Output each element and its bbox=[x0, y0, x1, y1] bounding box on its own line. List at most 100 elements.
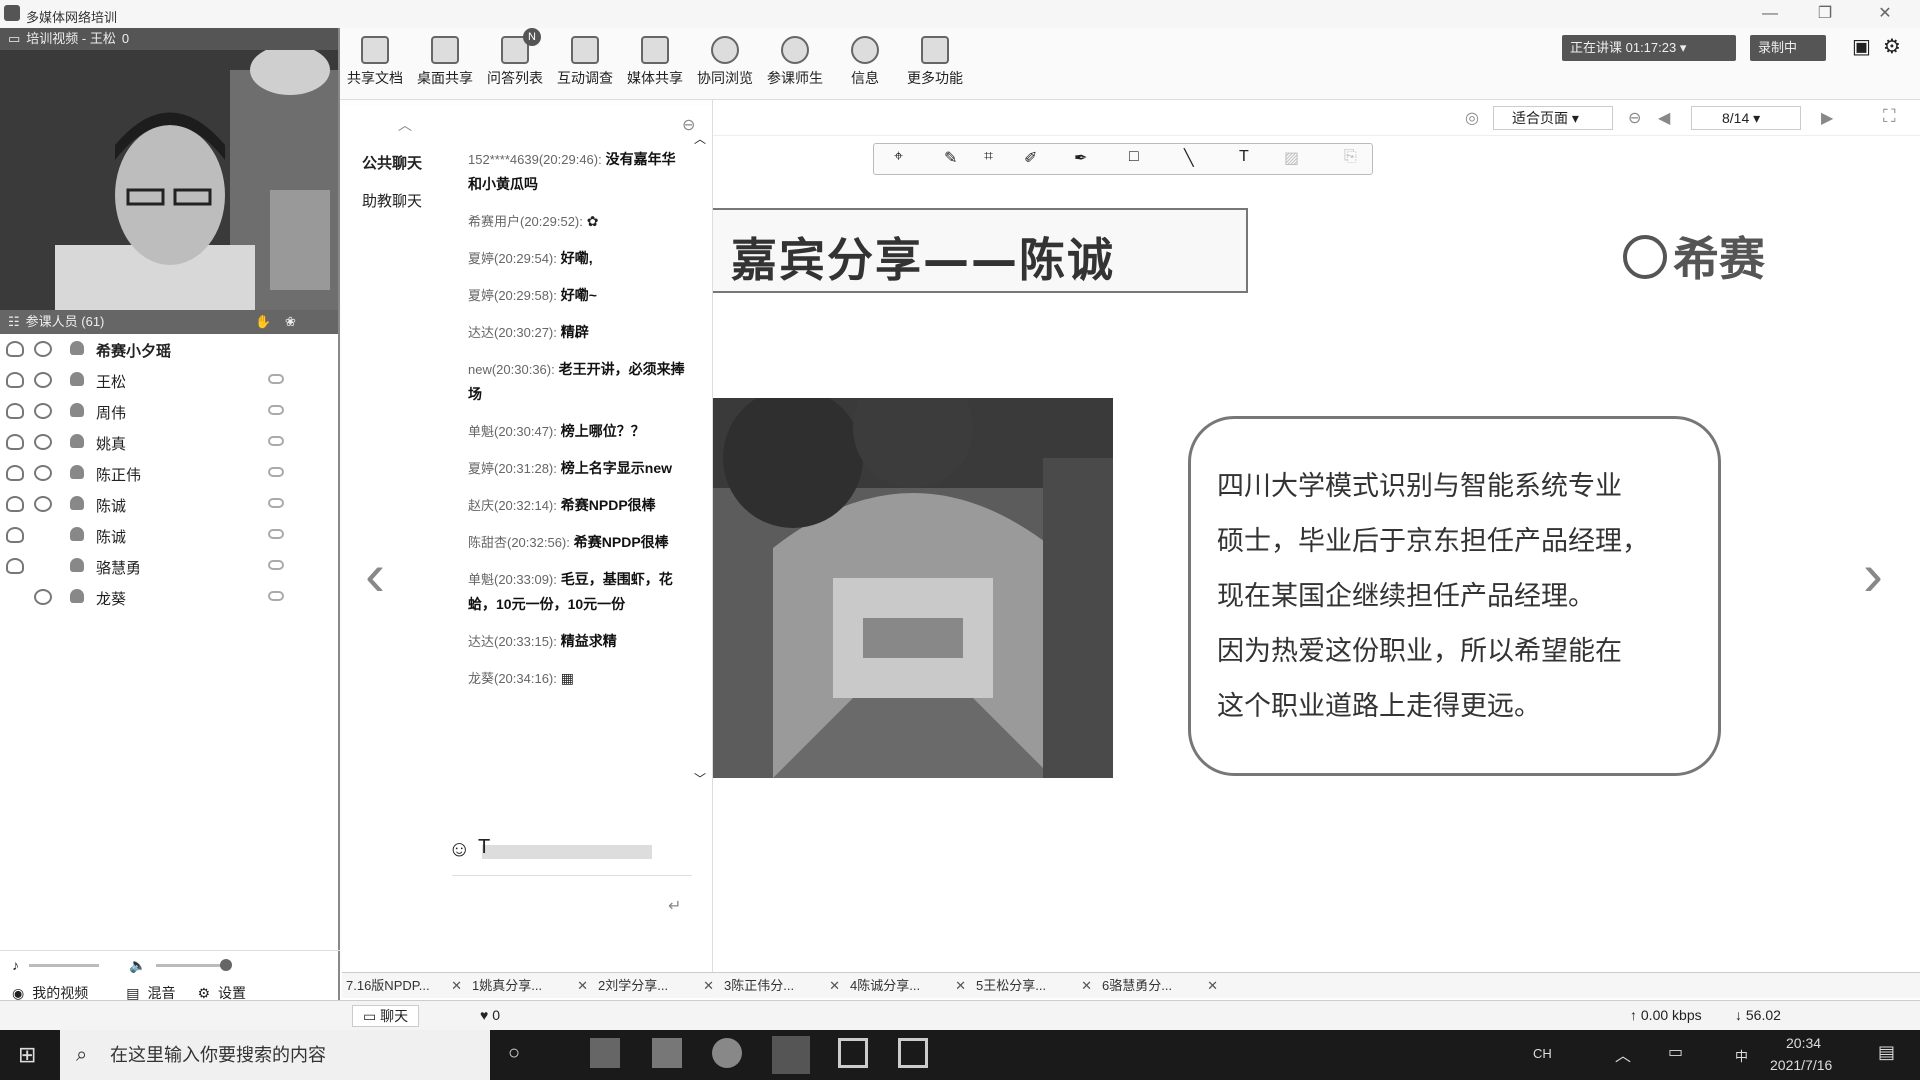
network-icon[interactable]: ▭ bbox=[1668, 1042, 1683, 1062]
gear-icon[interactable]: ⚙ bbox=[1883, 34, 1901, 59]
pointer-icon[interactable]: ⌖ bbox=[894, 148, 903, 166]
participant-row[interactable]: 骆慧勇 bbox=[0, 551, 338, 582]
next-page-icon[interactable]: ▶ bbox=[1821, 108, 1833, 128]
doc-tab[interactable]: 5王松分享... ✕ bbox=[972, 973, 1098, 998]
chat-tab-button[interactable]: ▭ 聊天 bbox=[352, 1005, 420, 1027]
close-icon[interactable]: ✕ bbox=[577, 973, 588, 999]
survey-button[interactable]: 互动调查 bbox=[550, 36, 620, 88]
tab-public-chat[interactable]: 公共聊天 bbox=[342, 145, 442, 183]
mic-icon[interactable] bbox=[6, 527, 24, 543]
doc-tab[interactable]: 7.16版NPDP... ✕ bbox=[342, 973, 468, 998]
speaker-volume-slider[interactable] bbox=[156, 958, 233, 971]
more-button[interactable]: 更多功能 bbox=[900, 36, 970, 88]
doc-tab[interactable]: 3陈正伟分... ✕ bbox=[720, 973, 846, 998]
fullscreen-icon[interactable]: ⛶ bbox=[1883, 106, 1896, 127]
training-app-icon[interactable] bbox=[772, 1036, 810, 1074]
mic-icon[interactable] bbox=[6, 558, 24, 574]
page-select[interactable]: 8/14 ▾ bbox=[1691, 106, 1801, 130]
camera-icon[interactable] bbox=[34, 372, 52, 388]
close-icon[interactable]: ✕ bbox=[1207, 973, 1218, 999]
gift-icon[interactable]: ❀ bbox=[285, 310, 296, 334]
desktop-share-button[interactable]: 桌面共享 bbox=[410, 36, 480, 88]
video-feed[interactable] bbox=[0, 50, 338, 310]
camera-icon[interactable] bbox=[34, 589, 52, 605]
camera-icon[interactable] bbox=[34, 341, 52, 357]
participant-row[interactable]: 陈诚 bbox=[0, 489, 338, 520]
text-format-icon[interactable]: T bbox=[478, 836, 490, 859]
mic-icon[interactable] bbox=[6, 434, 24, 450]
doc-tab[interactable]: 1姚真分享... ✕ bbox=[468, 973, 594, 998]
clock-time[interactable]: 20:34 bbox=[1786, 1035, 1821, 1051]
mic-icon[interactable] bbox=[6, 372, 24, 388]
scroll-up-icon[interactable]: ︿ bbox=[694, 130, 706, 147]
save-icon[interactable]: ⎘ bbox=[1344, 148, 1357, 166]
clear-icon[interactable]: ▨ bbox=[1284, 148, 1299, 168]
members-button[interactable]: 参课师生 bbox=[760, 36, 830, 88]
send-icon[interactable]: ↵ bbox=[668, 896, 681, 916]
participant-row[interactable]: 姚真 bbox=[0, 427, 338, 458]
raise-hand-icon[interactable]: ✋ bbox=[255, 310, 271, 334]
co-browse-button[interactable]: 协同浏览 bbox=[690, 36, 760, 88]
next-slide-arrow[interactable]: › bbox=[1863, 540, 1883, 609]
slider-thumb[interactable] bbox=[220, 958, 233, 971]
language-indicator[interactable]: CH bbox=[1533, 1046, 1552, 1061]
prev-page-icon[interactable]: ◀ bbox=[1658, 108, 1670, 128]
app-icon[interactable] bbox=[838, 1038, 868, 1068]
close-icon[interactable]: ✕ bbox=[955, 973, 966, 999]
close-button[interactable]: ✕ bbox=[1870, 3, 1900, 25]
doc-tab[interactable]: 6骆慧勇分... ✕ bbox=[1098, 973, 1224, 998]
doc-tab[interactable]: 4陈诚分享... ✕ bbox=[846, 973, 972, 998]
text-icon[interactable]: T bbox=[1239, 148, 1249, 166]
participant-row[interactable]: 周伟 bbox=[0, 396, 338, 427]
scroll-down-icon[interactable]: ﹀ bbox=[694, 770, 706, 787]
tab-assistant-chat[interactable]: 助教聊天 bbox=[342, 183, 442, 221]
close-icon[interactable]: ✕ bbox=[1081, 973, 1092, 999]
close-icon[interactable]: ✕ bbox=[451, 973, 462, 999]
camera-icon[interactable] bbox=[34, 434, 52, 450]
eraser-icon[interactable]: ✎ bbox=[944, 148, 957, 168]
rectangle-icon[interactable]: □ bbox=[1129, 148, 1139, 166]
close-icon[interactable]: ✕ bbox=[703, 973, 714, 999]
taskbar-search[interactable]: ⌕ 在这里输入你要搜索的内容 bbox=[60, 1030, 490, 1080]
mic-volume-slider[interactable] bbox=[29, 963, 99, 967]
participant-row[interactable]: 龙葵 bbox=[0, 582, 338, 613]
chevron-up-icon[interactable]: ︿ bbox=[1615, 1042, 1631, 1066]
info-button[interactable]: 信息 bbox=[830, 36, 900, 88]
highlighter-icon[interactable]: ✒ bbox=[1074, 148, 1087, 168]
participant-row[interactable]: 陈正伟 bbox=[0, 458, 338, 489]
participant-row[interactable]: 陈诚 bbox=[0, 520, 338, 551]
mic-icon[interactable] bbox=[6, 465, 24, 481]
notification-icon[interactable]: ▤ bbox=[1878, 1042, 1895, 1063]
camera-icon[interactable] bbox=[34, 465, 52, 481]
ime-indicator[interactable]: 中 bbox=[1735, 1046, 1748, 1065]
minimize-button[interactable]: — bbox=[1755, 3, 1785, 25]
mic-icon[interactable] bbox=[6, 341, 24, 357]
camera-icon[interactable] bbox=[34, 496, 52, 512]
task-view-icon[interactable]: ○ bbox=[508, 1042, 520, 1065]
horizontal-scrollbar[interactable] bbox=[482, 845, 652, 859]
emoji-icon[interactable]: ☺ bbox=[448, 836, 470, 862]
qa-list-button[interactable]: N 问答列表 bbox=[480, 28, 550, 88]
prev-slide-arrow[interactable]: ‹ bbox=[365, 540, 385, 609]
powerpoint-icon[interactable] bbox=[590, 1038, 620, 1068]
app-icon[interactable] bbox=[898, 1038, 928, 1068]
chat-scrollbar[interactable]: ︿ ﹀ bbox=[694, 130, 708, 786]
close-icon[interactable]: ✕ bbox=[829, 973, 840, 999]
crop-icon[interactable]: ⌗ bbox=[984, 148, 993, 166]
camera-icon[interactable] bbox=[34, 403, 52, 419]
clock-date[interactable]: 2021/7/16 bbox=[1770, 1057, 1832, 1073]
folder-icon[interactable] bbox=[652, 1038, 682, 1068]
pen-icon[interactable]: ✐ bbox=[1024, 148, 1037, 168]
browser-icon[interactable] bbox=[712, 1038, 742, 1068]
line-icon[interactable]: ╲ bbox=[1184, 148, 1194, 168]
windows-start-icon[interactable]: ⊞ bbox=[18, 1042, 36, 1068]
zoom-select[interactable]: 适合页面 ▾ bbox=[1493, 106, 1613, 130]
participant-row[interactable]: 希赛小夕瑶 bbox=[0, 334, 338, 365]
zoom-out-icon[interactable]: ⊖ bbox=[1628, 108, 1641, 128]
live-status-dropdown[interactable]: 正在讲课 01:17:23 ▾ bbox=[1562, 35, 1736, 61]
mic-icon[interactable] bbox=[6, 496, 24, 512]
mic-icon[interactable] bbox=[6, 403, 24, 419]
layout-icon[interactable]: ▣ bbox=[1852, 34, 1871, 59]
restore-button[interactable]: ❐ bbox=[1810, 3, 1840, 25]
like-counter[interactable]: ♥ 0 bbox=[480, 1007, 500, 1023]
